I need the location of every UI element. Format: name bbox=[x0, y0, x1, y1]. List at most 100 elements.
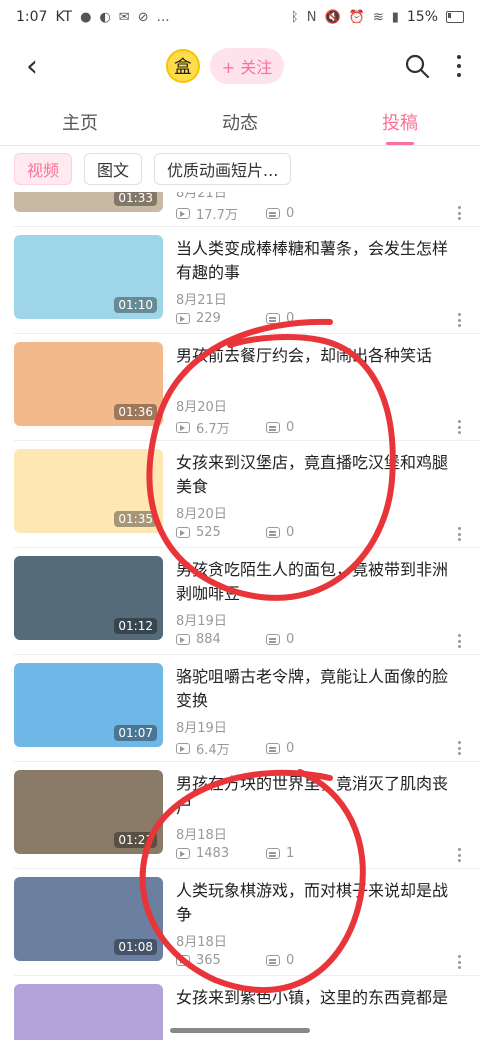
video-thumbnail[interactable]: 01:10 bbox=[14, 235, 163, 319]
home-indicator[interactable] bbox=[170, 1028, 310, 1033]
video-title[interactable]: 女孩来到紫色小镇，这里的东西竟都是 bbox=[176, 986, 456, 1010]
play-count-icon bbox=[176, 422, 190, 433]
video-date: 8月21日 bbox=[176, 293, 227, 308]
video-stats: 1483 1 bbox=[176, 846, 346, 861]
view-count-text: 365 bbox=[196, 953, 221, 968]
item-more-icon[interactable] bbox=[458, 955, 462, 969]
play-count-icon bbox=[176, 955, 190, 966]
video-stats: 525 0 bbox=[176, 525, 346, 540]
battery-percent: 15% bbox=[406, 9, 438, 25]
video-thumbnail[interactable]: 01:33 bbox=[14, 192, 163, 212]
comment-count: 1 bbox=[266, 846, 346, 861]
nfc-icon: N bbox=[306, 9, 317, 25]
video-thumbnail[interactable] bbox=[14, 984, 163, 1040]
video-item[interactable]: 01:12 男孩贪吃陌生人的面包，竟被带到非洲剥咖啡豆 8月19日 884 0 bbox=[0, 548, 480, 655]
filter-chip-0[interactable]: 视频 bbox=[14, 153, 73, 185]
video-thumbnail[interactable]: 01:35 bbox=[14, 449, 163, 533]
video-date: 8月18日 bbox=[176, 828, 227, 843]
video-item[interactable]: 01:33变变成动物8月21日17.7万0 bbox=[0, 192, 480, 227]
signal-icon: ▮ bbox=[391, 9, 399, 25]
comment-icon bbox=[266, 422, 280, 433]
view-count-text: 6.7万 bbox=[196, 422, 230, 437]
video-duration: 01:08 bbox=[114, 939, 157, 955]
back-arrow-icon[interactable]: ‹ bbox=[18, 49, 46, 84]
view-count-text: 884 bbox=[196, 632, 221, 647]
view-count: 6.4万 bbox=[176, 739, 256, 758]
video-item[interactable]: 01:08 人类玩象棋游戏，而对棋子来说却是战争 8月18日 365 0 bbox=[0, 869, 480, 976]
video-item[interactable]: 01:36 男孩前去餐厅约会，却闹出各种笑话 8月20日 6.7万 0 bbox=[0, 334, 480, 441]
video-item[interactable]: 01:07 骆驼咀嚼古老令牌，竟能让人面像的脸变换 8月19日 6.4万 0 bbox=[0, 655, 480, 762]
wifi-icon: ≋ bbox=[372, 9, 384, 25]
item-more-icon[interactable] bbox=[458, 206, 462, 220]
top-bar: ‹ 盒 + 关注 bbox=[0, 34, 480, 98]
video-title[interactable]: 男孩贪吃陌生人的面包，竟被带到非洲剥咖啡豆 bbox=[176, 558, 456, 606]
video-item[interactable]: 01:21 男孩在方块的世界里，竟消灭了肌肉丧尸 8月18日 1483 1 bbox=[0, 762, 480, 869]
video-thumbnail[interactable]: 01:36 bbox=[14, 342, 163, 426]
video-list: 01:33变变成动物8月21日17.7万001:10当人类变成棒棒糖和薯条，会发… bbox=[0, 192, 480, 1040]
block-icon: ⊘ bbox=[137, 9, 149, 25]
video-title[interactable]: 骆驼咀嚼古老令牌，竟能让人面像的脸变换 bbox=[176, 665, 456, 713]
view-count-text: 525 bbox=[196, 525, 221, 540]
comment-count: 0 bbox=[266, 741, 346, 756]
video-thumbnail[interactable]: 01:12 bbox=[14, 556, 163, 640]
comment-count-text: 0 bbox=[286, 953, 295, 968]
video-stats: 17.7万 0 bbox=[176, 204, 346, 223]
comment-count: 0 bbox=[266, 206, 346, 221]
play-count-icon bbox=[176, 634, 190, 645]
play-count-icon bbox=[176, 743, 190, 754]
video-title[interactable]: 人类玩象棋游戏，而对棋子来说却是战争 bbox=[176, 879, 456, 927]
item-more-icon[interactable] bbox=[458, 313, 462, 327]
comment-icon bbox=[266, 527, 280, 538]
view-count-text: 17.7万 bbox=[196, 208, 238, 223]
video-stats: 884 0 bbox=[176, 632, 346, 647]
item-more-icon[interactable] bbox=[458, 848, 462, 862]
item-more-icon[interactable] bbox=[458, 741, 462, 755]
comment-icon bbox=[266, 955, 280, 966]
video-duration: 01:33 bbox=[114, 192, 157, 206]
video-stats: 6.7万 0 bbox=[176, 418, 346, 437]
comment-icon bbox=[266, 313, 280, 324]
video-stats: 6.4万 0 bbox=[176, 739, 346, 758]
play-count-icon bbox=[176, 313, 190, 324]
video-thumbnail[interactable]: 01:08 bbox=[14, 877, 163, 961]
comment-count: 0 bbox=[266, 632, 346, 647]
video-thumbnail[interactable]: 01:21 bbox=[14, 770, 163, 854]
video-title[interactable]: 女孩来到汉堡店，竟直播吃汉堡和鸡腿美食 bbox=[176, 451, 456, 499]
view-count: 6.7万 bbox=[176, 418, 256, 437]
notification-icon: ◐ bbox=[99, 9, 111, 25]
video-title[interactable]: 男孩在方块的世界里，竟消灭了肌肉丧尸 bbox=[176, 772, 456, 820]
video-thumbnail[interactable]: 01:07 bbox=[14, 663, 163, 747]
status-bar: 1:07 KT ● ◐ ✉ ⊘ … ᛒ N 🔇 ⏰ ≋ ▮ 15% bbox=[0, 0, 480, 34]
video-date: 8月19日 bbox=[176, 614, 227, 629]
follow-button[interactable]: + 关注 bbox=[209, 48, 285, 84]
video-item[interactable]: 01:10 当人类变成棒棒糖和薯条，会发生怎样有趣的事 8月21日 229 0 bbox=[0, 227, 480, 334]
video-title[interactable]: 男孩前去餐厅约会，却闹出各种笑话 bbox=[176, 344, 456, 368]
view-count-text: 229 bbox=[196, 311, 221, 326]
avatar-glyph: 盒 bbox=[173, 57, 192, 78]
comment-count: 0 bbox=[266, 953, 346, 968]
avatar[interactable]: 盒 bbox=[165, 49, 200, 83]
video-item[interactable]: 01:35 女孩来到汉堡店，竟直播吃汉堡和鸡腿美食 8月20日 525 0 bbox=[0, 441, 480, 548]
comment-count-text: 0 bbox=[286, 741, 295, 756]
tab-0[interactable]: 主页 bbox=[0, 98, 160, 145]
carrier-label: KT bbox=[55, 9, 73, 25]
video-date: 8月19日 bbox=[176, 721, 227, 736]
comment-count-text: 0 bbox=[286, 632, 295, 647]
video-title[interactable]: 当人类变成棒棒糖和薯条，会发生怎样有趣的事 bbox=[176, 237, 456, 285]
view-count: 365 bbox=[176, 953, 256, 968]
tab-2[interactable]: 投稿 bbox=[320, 98, 480, 145]
filter-chip-2[interactable]: 优质动画短片... bbox=[154, 153, 292, 185]
more-notifications-icon: … bbox=[156, 9, 170, 25]
search-icon[interactable] bbox=[404, 53, 430, 79]
comment-count: 0 bbox=[266, 311, 346, 326]
item-more-icon[interactable] bbox=[458, 527, 462, 541]
more-options-icon[interactable] bbox=[456, 55, 462, 77]
video-date: 8月21日 bbox=[176, 192, 227, 201]
filter-chip-1[interactable]: 图文 bbox=[84, 153, 143, 185]
video-duration: 01:12 bbox=[114, 618, 157, 634]
item-more-icon[interactable] bbox=[458, 420, 462, 434]
tab-1[interactable]: 动态 bbox=[160, 98, 320, 145]
view-count: 229 bbox=[176, 311, 256, 326]
item-more-icon[interactable] bbox=[458, 634, 462, 648]
play-count-icon bbox=[176, 208, 190, 219]
